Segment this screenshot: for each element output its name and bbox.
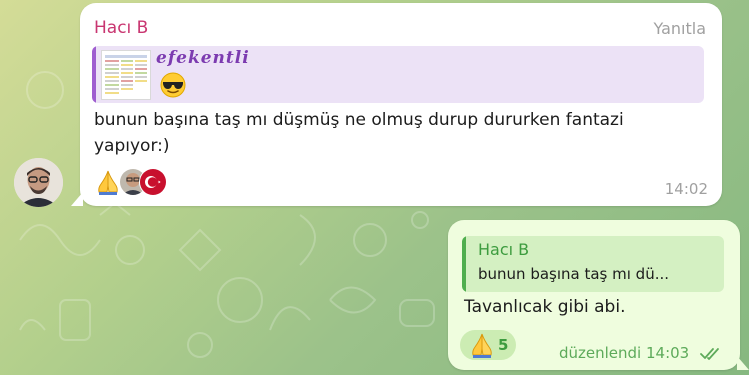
quote-accent-bar <box>92 46 96 103</box>
incoming-message-bubble[interactable]: Hacı B Yanıtla efekentli bunun başına ta… <box>71 3 722 206</box>
quote-author: efekentli <box>156 48 250 68</box>
message-text: Tavanlıcak gibi abi. <box>464 297 626 317</box>
bubble-tail <box>737 356 749 370</box>
quote-accent-bar <box>462 236 466 292</box>
quote-author: Hacı B <box>478 240 530 259</box>
sunglasses-face-icon <box>160 72 186 98</box>
folded-hands-icon <box>472 333 492 358</box>
edited-time: düzenlendi 14:03 <box>558 344 690 362</box>
outgoing-message-bubble[interactable]: Hacı B bunun başına taş mı dü... Tavanlı… <box>448 220 749 370</box>
bubble-tail <box>71 192 83 206</box>
double-check-icon <box>700 347 719 360</box>
sender-name[interactable]: Hacı B <box>94 18 148 38</box>
message-text: bunun başına taş mı düşmüş ne olmuş duru… <box>94 110 624 156</box>
quoted-message[interactable]: Hacı B bunun başına taş mı dü... <box>462 236 724 292</box>
message-meta: düzenlendi 14:03 <box>559 344 724 362</box>
message-time: 14:02 <box>664 180 708 198</box>
quoted-message[interactable]: efekentli <box>92 46 704 103</box>
sender-avatar[interactable] <box>14 158 63 207</box>
reply-button[interactable]: Yanıtla <box>654 19 706 38</box>
quote-thumbnail <box>101 50 151 100</box>
reactor-avatar[interactable] <box>139 168 167 196</box>
reaction-chip[interactable]: 5 <box>460 330 516 360</box>
folded-hands-icon <box>98 170 118 195</box>
reaction-count: 5 <box>498 336 509 354</box>
quote-text: bunun başına taş mı dü... <box>478 265 670 283</box>
